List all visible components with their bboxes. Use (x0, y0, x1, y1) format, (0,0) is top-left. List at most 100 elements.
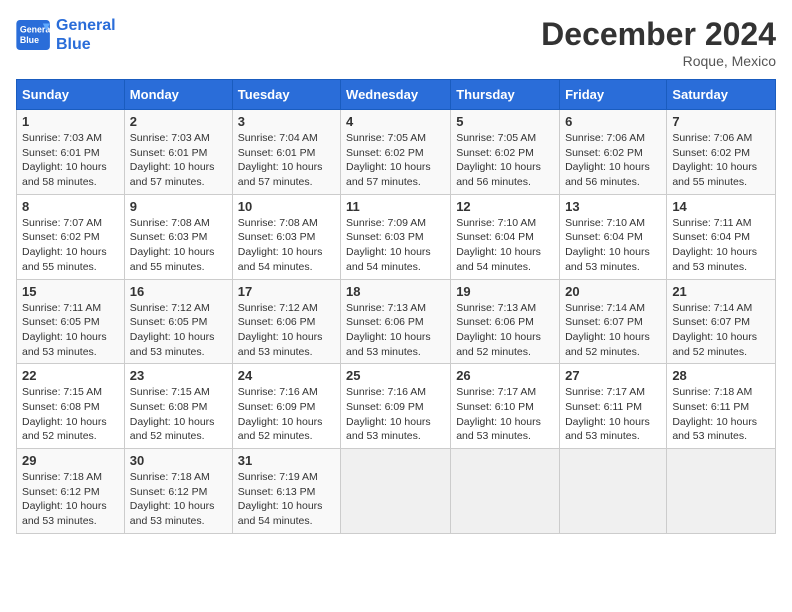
day-number: 16 (130, 284, 227, 299)
day-info: Sunrise: 7:07 AMSunset: 6:02 PMDaylight:… (22, 216, 119, 275)
calendar-cell: 13 Sunrise: 7:10 AMSunset: 6:04 PMDaylig… (560, 194, 667, 279)
calendar-cell: 15 Sunrise: 7:11 AMSunset: 6:05 PMDaylig… (17, 279, 125, 364)
day-info: Sunrise: 7:05 AMSunset: 6:02 PMDaylight:… (456, 131, 554, 190)
day-info: Sunrise: 7:05 AMSunset: 6:02 PMDaylight:… (346, 131, 445, 190)
day-number: 14 (672, 199, 770, 214)
calendar-cell: 5 Sunrise: 7:05 AMSunset: 6:02 PMDayligh… (451, 110, 560, 195)
day-info: Sunrise: 7:08 AMSunset: 6:03 PMDaylight:… (238, 216, 335, 275)
calendar-cell: 14 Sunrise: 7:11 AMSunset: 6:04 PMDaylig… (667, 194, 776, 279)
day-info: Sunrise: 7:18 AMSunset: 6:12 PMDaylight:… (130, 470, 227, 529)
calendar-row: 15 Sunrise: 7:11 AMSunset: 6:05 PMDaylig… (17, 279, 776, 364)
day-number: 24 (238, 368, 335, 383)
calendar-cell: 7 Sunrise: 7:06 AMSunset: 6:02 PMDayligh… (667, 110, 776, 195)
day-info: Sunrise: 7:12 AMSunset: 6:05 PMDaylight:… (130, 301, 227, 360)
calendar-row: 8 Sunrise: 7:07 AMSunset: 6:02 PMDayligh… (17, 194, 776, 279)
calendar-cell (451, 449, 560, 534)
day-number: 3 (238, 114, 335, 129)
day-number: 6 (565, 114, 661, 129)
day-number: 12 (456, 199, 554, 214)
calendar-cell: 30 Sunrise: 7:18 AMSunset: 6:12 PMDaylig… (124, 449, 232, 534)
day-info: Sunrise: 7:17 AMSunset: 6:10 PMDaylight:… (456, 385, 554, 444)
day-info: Sunrise: 7:03 AMSunset: 6:01 PMDaylight:… (130, 131, 227, 190)
logo: General Blue General Blue (16, 16, 116, 54)
day-info: Sunrise: 7:15 AMSunset: 6:08 PMDaylight:… (130, 385, 227, 444)
calendar-cell: 11 Sunrise: 7:09 AMSunset: 6:03 PMDaylig… (341, 194, 451, 279)
logo-blue: Blue (56, 35, 116, 54)
location: Roque, Mexico (541, 53, 776, 69)
day-info: Sunrise: 7:18 AMSunset: 6:11 PMDaylight:… (672, 385, 770, 444)
calendar-row: 22 Sunrise: 7:15 AMSunset: 6:08 PMDaylig… (17, 364, 776, 449)
calendar-cell: 2 Sunrise: 7:03 AMSunset: 6:01 PMDayligh… (124, 110, 232, 195)
day-info: Sunrise: 7:04 AMSunset: 6:01 PMDaylight:… (238, 131, 335, 190)
day-number: 27 (565, 368, 661, 383)
calendar-cell: 1 Sunrise: 7:03 AMSunset: 6:01 PMDayligh… (17, 110, 125, 195)
day-number: 28 (672, 368, 770, 383)
day-number: 29 (22, 453, 119, 468)
calendar-cell: 20 Sunrise: 7:14 AMSunset: 6:07 PMDaylig… (560, 279, 667, 364)
calendar-cell (667, 449, 776, 534)
day-info: Sunrise: 7:15 AMSunset: 6:08 PMDaylight:… (22, 385, 119, 444)
day-info: Sunrise: 7:14 AMSunset: 6:07 PMDaylight:… (672, 301, 770, 360)
page-header: General Blue General Blue December 2024 … (16, 16, 776, 69)
calendar-cell: 9 Sunrise: 7:08 AMSunset: 6:03 PMDayligh… (124, 194, 232, 279)
day-info: Sunrise: 7:11 AMSunset: 6:05 PMDaylight:… (22, 301, 119, 360)
day-number: 30 (130, 453, 227, 468)
day-info: Sunrise: 7:14 AMSunset: 6:07 PMDaylight:… (565, 301, 661, 360)
day-number: 23 (130, 368, 227, 383)
day-number: 13 (565, 199, 661, 214)
calendar-cell: 27 Sunrise: 7:17 AMSunset: 6:11 PMDaylig… (560, 364, 667, 449)
calendar-cell: 10 Sunrise: 7:08 AMSunset: 6:03 PMDaylig… (232, 194, 340, 279)
col-wednesday: Wednesday (341, 80, 451, 110)
day-info: Sunrise: 7:16 AMSunset: 6:09 PMDaylight:… (238, 385, 335, 444)
calendar-table: Sunday Monday Tuesday Wednesday Thursday… (16, 79, 776, 534)
calendar-cell: 29 Sunrise: 7:18 AMSunset: 6:12 PMDaylig… (17, 449, 125, 534)
col-sunday: Sunday (17, 80, 125, 110)
day-number: 31 (238, 453, 335, 468)
day-info: Sunrise: 7:06 AMSunset: 6:02 PMDaylight:… (672, 131, 770, 190)
day-info: Sunrise: 7:13 AMSunset: 6:06 PMDaylight:… (456, 301, 554, 360)
logo-icon: General Blue (16, 20, 52, 50)
header-row: Sunday Monday Tuesday Wednesday Thursday… (17, 80, 776, 110)
calendar-cell: 18 Sunrise: 7:13 AMSunset: 6:06 PMDaylig… (341, 279, 451, 364)
calendar-cell: 26 Sunrise: 7:17 AMSunset: 6:10 PMDaylig… (451, 364, 560, 449)
title-area: December 2024 Roque, Mexico (541, 16, 776, 69)
col-friday: Friday (560, 80, 667, 110)
svg-text:Blue: Blue (20, 35, 39, 45)
calendar-cell: 16 Sunrise: 7:12 AMSunset: 6:05 PMDaylig… (124, 279, 232, 364)
day-number: 7 (672, 114, 770, 129)
calendar-cell: 23 Sunrise: 7:15 AMSunset: 6:08 PMDaylig… (124, 364, 232, 449)
day-number: 5 (456, 114, 554, 129)
calendar-cell: 17 Sunrise: 7:12 AMSunset: 6:06 PMDaylig… (232, 279, 340, 364)
day-number: 17 (238, 284, 335, 299)
day-info: Sunrise: 7:08 AMSunset: 6:03 PMDaylight:… (130, 216, 227, 275)
day-info: Sunrise: 7:16 AMSunset: 6:09 PMDaylight:… (346, 385, 445, 444)
day-info: Sunrise: 7:12 AMSunset: 6:06 PMDaylight:… (238, 301, 335, 360)
day-number: 9 (130, 199, 227, 214)
calendar-cell (341, 449, 451, 534)
day-info: Sunrise: 7:19 AMSunset: 6:13 PMDaylight:… (238, 470, 335, 529)
calendar-cell: 25 Sunrise: 7:16 AMSunset: 6:09 PMDaylig… (341, 364, 451, 449)
calendar-row: 1 Sunrise: 7:03 AMSunset: 6:01 PMDayligh… (17, 110, 776, 195)
calendar-cell: 21 Sunrise: 7:14 AMSunset: 6:07 PMDaylig… (667, 279, 776, 364)
day-number: 15 (22, 284, 119, 299)
day-info: Sunrise: 7:13 AMSunset: 6:06 PMDaylight:… (346, 301, 445, 360)
day-number: 20 (565, 284, 661, 299)
calendar-cell (560, 449, 667, 534)
day-info: Sunrise: 7:03 AMSunset: 6:01 PMDaylight:… (22, 131, 119, 190)
day-info: Sunrise: 7:17 AMSunset: 6:11 PMDaylight:… (565, 385, 661, 444)
day-info: Sunrise: 7:09 AMSunset: 6:03 PMDaylight:… (346, 216, 445, 275)
calendar-cell: 31 Sunrise: 7:19 AMSunset: 6:13 PMDaylig… (232, 449, 340, 534)
day-number: 11 (346, 199, 445, 214)
day-info: Sunrise: 7:11 AMSunset: 6:04 PMDaylight:… (672, 216, 770, 275)
day-number: 2 (130, 114, 227, 129)
day-info: Sunrise: 7:10 AMSunset: 6:04 PMDaylight:… (565, 216, 661, 275)
calendar-body: 1 Sunrise: 7:03 AMSunset: 6:01 PMDayligh… (17, 110, 776, 534)
day-info: Sunrise: 7:10 AMSunset: 6:04 PMDaylight:… (456, 216, 554, 275)
month-title: December 2024 (541, 16, 776, 53)
logo-general: General (56, 16, 116, 35)
calendar-row: 29 Sunrise: 7:18 AMSunset: 6:12 PMDaylig… (17, 449, 776, 534)
calendar-cell: 24 Sunrise: 7:16 AMSunset: 6:09 PMDaylig… (232, 364, 340, 449)
day-number: 19 (456, 284, 554, 299)
day-number: 25 (346, 368, 445, 383)
calendar-cell: 28 Sunrise: 7:18 AMSunset: 6:11 PMDaylig… (667, 364, 776, 449)
